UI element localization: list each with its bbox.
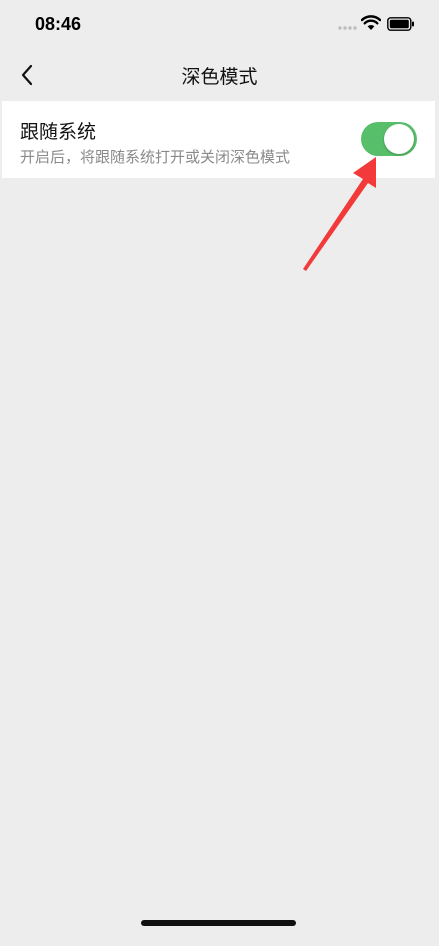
setting-description: 开启后，将跟随系统打开或关闭深色模式 (20, 148, 291, 166)
dark-mode-settings-screen: 08:46 深色模式 跟随系统 开启后，将跟随系统打开或关闭深色模式 (0, 0, 439, 946)
wifi-icon (361, 15, 381, 30)
status-time: 08:46 (35, 14, 82, 34)
home-indicator (141, 920, 296, 926)
cellular-signal-icon (338, 26, 357, 30)
toggle-knob (384, 124, 414, 154)
battery-icon (387, 17, 414, 31)
status-bar: 08:46 (0, 0, 439, 50)
navigation-bar: 深色模式 (0, 50, 439, 100)
follow-system-toggle[interactable] (361, 122, 417, 156)
setting-title: 跟随系统 (20, 121, 97, 143)
page-title: 深色模式 (181, 66, 258, 88)
red-arrow-annotation-icon (303, 157, 376, 271)
